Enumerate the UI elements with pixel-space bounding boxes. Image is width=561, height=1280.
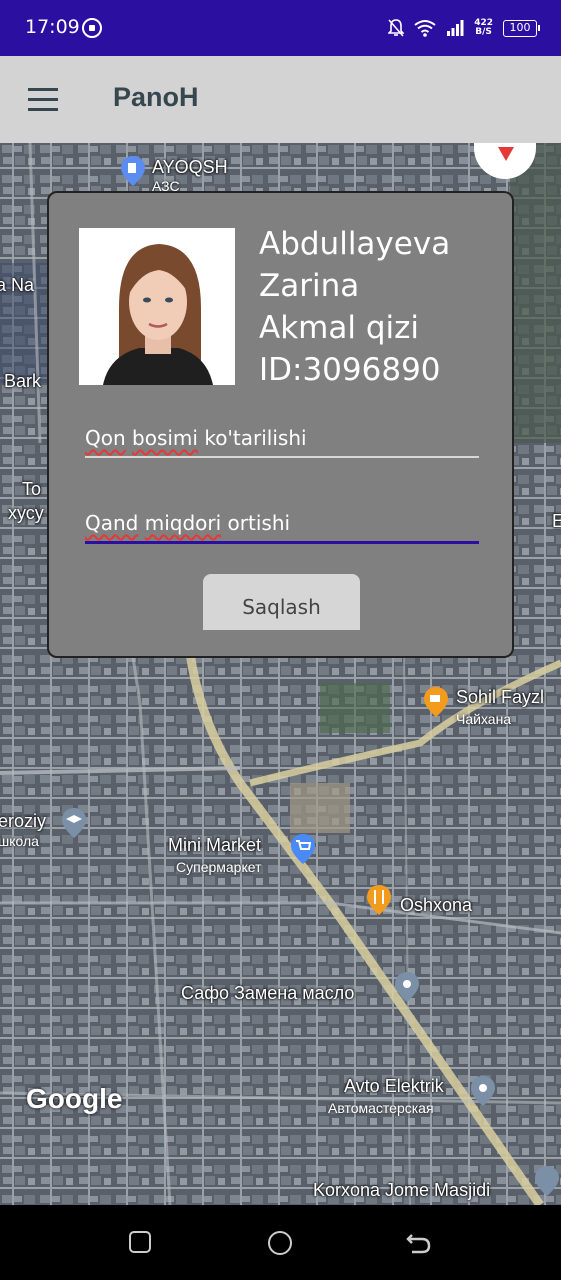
field2-word2: miqdori — [144, 511, 222, 535]
net-speed-unit: B/S — [475, 27, 492, 37]
status-time: 17:09 — [25, 16, 80, 38]
field1-rest: ko'tarilishi — [197, 426, 307, 450]
map-label-na: a Na — [0, 275, 35, 295]
system-nav-bar — [0, 1205, 561, 1280]
map-label-avto: Avto Elektrik — [344, 1076, 444, 1096]
field2-rest: ortishi — [221, 511, 291, 535]
field1-underline — [85, 456, 479, 458]
map-label-xusu: xусу — [8, 503, 44, 523]
app-title: PanoH — [113, 82, 199, 112]
status-icons: 422 B/S 100 — [388, 17, 540, 39]
auto-repair-pin-icon[interactable] — [470, 1075, 496, 1107]
school-pin-icon[interactable] — [61, 807, 87, 839]
field2-word1: Qand — [85, 511, 139, 535]
blood-pressure-text[interactable]: Qon bosimi ko'tarilishi — [85, 426, 479, 456]
map-label-mini-market: Mini Market — [168, 835, 262, 855]
sugar-level-field[interactable]: Qand miqdori ortishi — [85, 511, 479, 544]
patient-id: ID:3096890 — [259, 352, 441, 388]
mosque-pin-icon[interactable] — [534, 1165, 560, 1197]
patient-patronymic: Akmal qizi — [259, 310, 419, 346]
map-label-oshxona: Oshxona — [400, 895, 473, 915]
map-label-safo: Сафо Замена масло — [181, 983, 355, 1003]
map-label-ayoqsh: AYOQSH — [152, 157, 228, 177]
blood-pressure-field[interactable]: Qon bosimi ko'tarilishi — [85, 426, 479, 458]
patient-info: Abdullayeva Zarina Akmal qizi ID:3096890 — [259, 223, 450, 391]
supermarket-pin-icon[interactable] — [290, 833, 316, 865]
signal-icon — [446, 19, 464, 37]
map-label-to: To — [22, 479, 42, 499]
recents-icon[interactable] — [129, 1231, 151, 1253]
field2-underline — [85, 541, 479, 544]
hamburger-menu-icon[interactable] — [22, 82, 64, 118]
sugar-level-text[interactable]: Qand miqdori ortishi — [85, 511, 479, 541]
map-sublabel-mini-market: Супермаркет — [176, 859, 262, 875]
save-button[interactable]: Saqlash — [203, 574, 360, 630]
map-sublabel-avto: Автомастерская — [328, 1100, 434, 1116]
map-label-eroziy: eroziy — [0, 811, 47, 831]
service-pin-icon[interactable] — [394, 971, 420, 1003]
back-icon[interactable] — [406, 1231, 432, 1255]
google-logo: Google — [26, 1083, 123, 1114]
patient-photo — [79, 228, 235, 385]
map-label-sohil: Sohil Fayzl — [456, 687, 545, 707]
net-speed: 422 B/S — [474, 19, 493, 37]
record-icon — [82, 18, 102, 38]
map-label-e: E — [552, 511, 561, 531]
map-sublabel-sohil: Чайхана — [456, 711, 512, 727]
patient-surname: Abdullayeva — [259, 226, 451, 262]
status-bar: 17:09 422 B/S 100 — [0, 0, 561, 56]
wifi-icon — [414, 19, 436, 37]
battery-icon: 100 — [503, 19, 540, 37]
patient-dialog: Abdullayeva Zarina Akmal qizi ID:3096890… — [47, 191, 514, 658]
bell-off-icon — [388, 19, 405, 37]
map-label-korxona: Korxona Jome Masjidi — [313, 1180, 491, 1200]
app-bar: PanoH — [0, 56, 561, 143]
gas-station-pin-icon[interactable] — [120, 155, 146, 187]
map-sublabel-eroziy: школа — [0, 833, 39, 849]
field1-word1: Qon — [85, 426, 126, 450]
field1-word2: bosimi — [132, 426, 198, 450]
restaurant-pin-icon[interactable] — [366, 884, 392, 916]
home-icon[interactable] — [268, 1231, 292, 1255]
map-label-bark: Bark — [4, 371, 42, 391]
patient-first-name: Zarina — [259, 268, 360, 304]
cafe-pin-icon[interactable] — [423, 686, 449, 718]
